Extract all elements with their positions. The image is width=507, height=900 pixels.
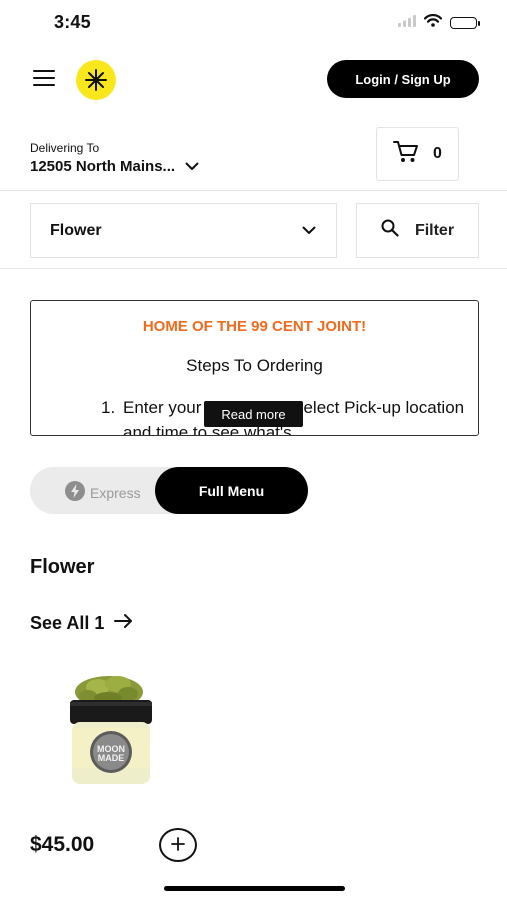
filter-label: Filter (414, 221, 455, 239)
read-more-button[interactable]: Read more (204, 401, 303, 427)
cart-button[interactable]: 0 (376, 127, 459, 181)
see-all-label: See All 1 (30, 613, 105, 633)
wifi-icon (423, 14, 443, 32)
announcement-subtitle: Steps To Ordering (186, 356, 323, 375)
plus-icon (171, 836, 185, 854)
hamburger-menu-icon[interactable] (33, 70, 55, 86)
category-selected: Flower (50, 221, 102, 239)
menu-mode-toggle: Express Full Menu (30, 467, 308, 514)
section-title: Flower (30, 556, 95, 578)
sparkle-logo-icon[interactable] (76, 60, 116, 100)
product-brand-label: MOON MADE (97, 744, 125, 763)
battery-icon (450, 17, 480, 29)
divider (0, 190, 507, 191)
category-dropdown[interactable]: Flower (30, 203, 337, 258)
delivering-to-label: Delivering To (30, 141, 100, 155)
filter-button[interactable]: Filter (356, 203, 479, 258)
status-icons (398, 14, 480, 32)
full-menu-option[interactable]: Full Menu (155, 467, 308, 514)
search-icon (381, 219, 399, 242)
divider (0, 268, 507, 269)
cellular-signal-icon (398, 14, 416, 32)
home-indicator (164, 886, 345, 891)
step-number: 1. (101, 398, 116, 417)
login-signup-button[interactable]: Login / Sign Up (327, 60, 479, 98)
announcement-title: HOME OF THE 99 CENT JOINT! (142, 318, 367, 335)
chevron-down-icon (302, 222, 316, 240)
express-label: Express (90, 484, 141, 501)
add-to-cart-button[interactable] (159, 828, 197, 862)
cart-icon (393, 140, 419, 169)
product-price: $45.00 (30, 833, 95, 856)
chevron-down-icon (185, 158, 199, 175)
arrow-right-icon (114, 613, 134, 634)
delivery-address: 12505 North Mains... (30, 158, 176, 175)
lightning-icon (64, 480, 86, 505)
cart-count: 0 (433, 145, 442, 162)
status-time: 3:45 (54, 12, 91, 32)
see-all-link[interactable]: See All 1 (30, 613, 134, 634)
product-image[interactable]: MOON MADE (62, 672, 162, 790)
delivery-address-selector[interactable]: 12505 North Mains... (30, 158, 199, 175)
express-option[interactable]: Express (64, 480, 141, 505)
